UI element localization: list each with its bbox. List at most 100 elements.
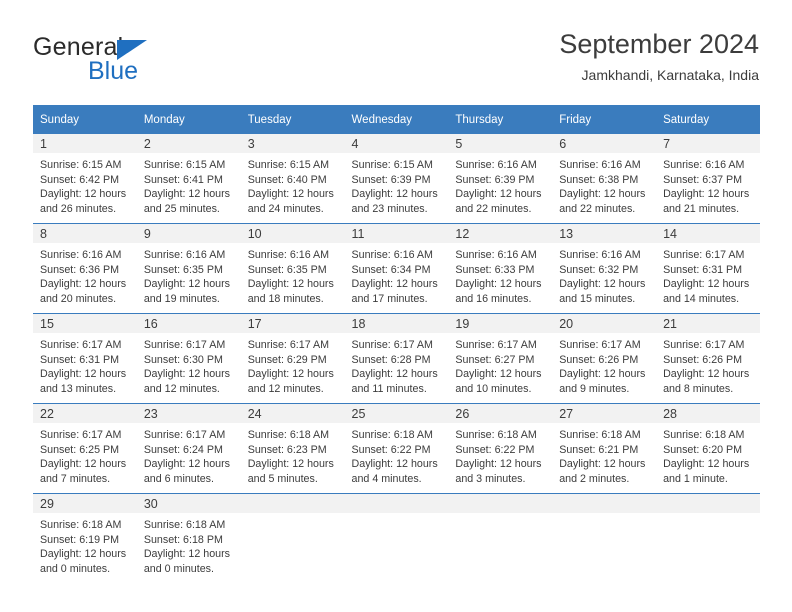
day-cell[interactable]: 25 Sunrise: 6:18 AM Sunset: 6:22 PM Dayl… [344, 403, 449, 494]
day-cell[interactable]: 26 Sunrise: 6:18 AM Sunset: 6:22 PM Dayl… [448, 403, 553, 494]
day-cell-empty [656, 493, 760, 583]
day-cell[interactable]: 7 Sunrise: 6:16 AM Sunset: 6:37 PM Dayli… [656, 134, 760, 224]
sunset-text: Sunset: 6:35 PM [143, 263, 223, 276]
daylight-text-line1: Daylight: 12 hours [351, 368, 438, 381]
week-row: 29 Sunrise: 6:18 AM Sunset: 6:19 PM Dayl… [33, 493, 760, 583]
daylight-text-line1: Daylight: 12 hours [455, 278, 542, 291]
day-number-band: 26 [448, 404, 553, 423]
day-cell[interactable]: 12 Sunrise: 6:16 AM Sunset: 6:33 PM Dayl… [448, 223, 553, 314]
day-cell[interactable]: 1 Sunrise: 6:15 AM Sunset: 6:42 PM Dayli… [33, 134, 137, 224]
day-cell-body: Sunrise: 6:17 AM Sunset: 6:26 PM Dayligh… [552, 333, 656, 396]
sunrise-text: Sunrise: 6:16 AM [559, 249, 641, 261]
calendar-page: General Blue September 2024 Jamkhandi, K… [0, 0, 792, 612]
day-cell[interactable]: 23 Sunrise: 6:17 AM Sunset: 6:24 PM Dayl… [136, 403, 241, 494]
day-cell[interactable]: 6 Sunrise: 6:16 AM Sunset: 6:38 PM Dayli… [552, 134, 657, 224]
day-cell-body [345, 513, 449, 518]
day-number-band: 3 [240, 134, 345, 153]
sunset-text: Sunset: 6:34 PM [351, 263, 431, 276]
daylight-text-line2: and 12 minutes. [247, 382, 324, 395]
sunrise-text: Sunrise: 6:15 AM [143, 159, 226, 171]
day-cell[interactable]: 16 Sunrise: 6:17 AM Sunset: 6:30 PM Dayl… [136, 313, 241, 404]
day-cell[interactable]: 29 Sunrise: 6:18 AM Sunset: 6:19 PM Dayl… [33, 493, 137, 583]
sunset-text: Sunset: 6:29 PM [247, 353, 327, 366]
day-cell[interactable]: 10 Sunrise: 6:16 AM Sunset: 6:35 PM Dayl… [240, 223, 345, 314]
day-cell[interactable]: 21 Sunrise: 6:17 AM Sunset: 6:26 PM Dayl… [656, 313, 760, 404]
day-cell[interactable]: 14 Sunrise: 6:17 AM Sunset: 6:31 PM Dayl… [656, 223, 760, 314]
day-cell[interactable]: 8 Sunrise: 6:16 AM Sunset: 6:36 PM Dayli… [33, 223, 137, 314]
daylight-text-line2: and 26 minutes. [40, 202, 117, 215]
sunrise-text: Sunrise: 6:18 AM [247, 429, 330, 441]
day-number-band: 12 [448, 224, 553, 243]
daylight-text-line1: Daylight: 12 hours [143, 188, 230, 201]
day-number-band: 14 [656, 224, 760, 243]
weekday-header-thursday: Thursday [448, 105, 553, 134]
daylight-text-line1: Daylight: 12 hours [247, 188, 334, 201]
day-number: 11 [351, 227, 365, 241]
day-number-band [656, 494, 760, 513]
sunset-text: Sunset: 6:28 PM [351, 353, 431, 366]
weekday-header-wednesday: Wednesday [344, 105, 449, 134]
day-number-band: 19 [448, 314, 553, 333]
generalblue-logo[interactable]: General Blue [33, 33, 253, 89]
daylight-text-line2: and 25 minutes. [143, 202, 220, 215]
sunset-text: Sunset: 6:22 PM [455, 443, 535, 456]
day-number-band: 28 [656, 404, 760, 423]
day-cell[interactable]: 9 Sunrise: 6:16 AM Sunset: 6:35 PM Dayli… [136, 223, 241, 314]
daylight-text-line2: and 23 minutes. [351, 202, 428, 215]
daylight-text-line2: and 18 minutes. [247, 292, 324, 305]
day-number-band: 23 [136, 404, 241, 423]
day-cell-body: Sunrise: 6:17 AM Sunset: 6:30 PM Dayligh… [137, 333, 241, 396]
week-row: 8 Sunrise: 6:16 AM Sunset: 6:36 PM Dayli… [33, 223, 760, 314]
day-number: 17 [247, 317, 262, 331]
daylight-text-line2: and 22 minutes. [559, 202, 636, 215]
day-cell-empty [552, 493, 657, 583]
day-cell[interactable]: 30 Sunrise: 6:18 AM Sunset: 6:18 PM Dayl… [136, 493, 241, 583]
sunrise-text: Sunrise: 6:18 AM [351, 429, 433, 441]
weekday-header-saturday: Saturday [656, 105, 760, 134]
day-cell[interactable]: 19 Sunrise: 6:17 AM Sunset: 6:27 PM Dayl… [448, 313, 553, 404]
sunset-text: Sunset: 6:39 PM [455, 173, 535, 186]
day-cell[interactable]: 22 Sunrise: 6:17 AM Sunset: 6:25 PM Dayl… [33, 403, 137, 494]
sunset-text: Sunset: 6:25 PM [40, 443, 120, 456]
sunrise-text: Sunrise: 6:17 AM [455, 339, 537, 351]
daylight-text-line1: Daylight: 12 hours [559, 188, 646, 201]
day-cell[interactable]: 15 Sunrise: 6:17 AM Sunset: 6:31 PM Dayl… [33, 313, 137, 404]
day-cell[interactable]: 20 Sunrise: 6:17 AM Sunset: 6:26 PM Dayl… [552, 313, 657, 404]
sunrise-text: Sunrise: 6:16 AM [247, 249, 330, 261]
day-number: 8 [40, 227, 47, 241]
day-cell[interactable]: 24 Sunrise: 6:18 AM Sunset: 6:23 PM Dayl… [240, 403, 345, 494]
title-block: September 2024 Jamkhandi, Karnataka, Ind… [559, 28, 759, 86]
daylight-text-line2: and 12 minutes. [143, 382, 220, 395]
day-cell[interactable]: 3 Sunrise: 6:15 AM Sunset: 6:40 PM Dayli… [240, 134, 345, 224]
day-cell[interactable]: 5 Sunrise: 6:16 AM Sunset: 6:39 PM Dayli… [448, 134, 553, 224]
calendar-table: Sunday Monday Tuesday Wednesday Thursday… [33, 105, 760, 583]
sunset-text: Sunset: 6:22 PM [351, 443, 431, 456]
sunrise-text: Sunrise: 6:16 AM [663, 159, 745, 171]
day-cell-body [656, 513, 760, 518]
daylight-text-line2: and 15 minutes. [559, 292, 636, 305]
day-cell[interactable]: 28 Sunrise: 6:18 AM Sunset: 6:20 PM Dayl… [656, 403, 760, 494]
day-number: 22 [40, 407, 54, 421]
week-row: 15 Sunrise: 6:17 AM Sunset: 6:31 PM Dayl… [33, 313, 760, 404]
sunset-text: Sunset: 6:27 PM [455, 353, 535, 366]
day-cell[interactable]: 18 Sunrise: 6:17 AM Sunset: 6:28 PM Dayl… [344, 313, 449, 404]
sunset-text: Sunset: 6:40 PM [247, 173, 327, 186]
day-cell[interactable]: 27 Sunrise: 6:18 AM Sunset: 6:21 PM Dayl… [552, 403, 657, 494]
daylight-text-line1: Daylight: 12 hours [40, 188, 127, 201]
day-number-band: 20 [552, 314, 657, 333]
day-number-band: 1 [33, 134, 137, 153]
sunset-text: Sunset: 6:41 PM [143, 173, 223, 186]
day-cell[interactable]: 4 Sunrise: 6:15 AM Sunset: 6:39 PM Dayli… [344, 134, 449, 224]
day-number-band: 7 [656, 134, 760, 153]
daylight-text-line1: Daylight: 12 hours [143, 548, 230, 561]
day-cell[interactable]: 17 Sunrise: 6:17 AM Sunset: 6:29 PM Dayl… [240, 313, 345, 404]
sunrise-text: Sunrise: 6:17 AM [247, 339, 330, 351]
day-cell-body: Sunrise: 6:18 AM Sunset: 6:19 PM Dayligh… [33, 513, 137, 576]
day-cell[interactable]: 11 Sunrise: 6:16 AM Sunset: 6:34 PM Dayl… [344, 223, 449, 314]
daylight-text-line2: and 10 minutes. [455, 382, 532, 395]
day-cell-body: Sunrise: 6:18 AM Sunset: 6:22 PM Dayligh… [448, 423, 552, 486]
day-cell-body: Sunrise: 6:17 AM Sunset: 6:26 PM Dayligh… [656, 333, 760, 396]
sunrise-text: Sunrise: 6:17 AM [663, 249, 745, 261]
day-cell[interactable]: 2 Sunrise: 6:15 AM Sunset: 6:41 PM Dayli… [136, 134, 241, 224]
day-cell[interactable]: 13 Sunrise: 6:16 AM Sunset: 6:32 PM Dayl… [552, 223, 657, 314]
